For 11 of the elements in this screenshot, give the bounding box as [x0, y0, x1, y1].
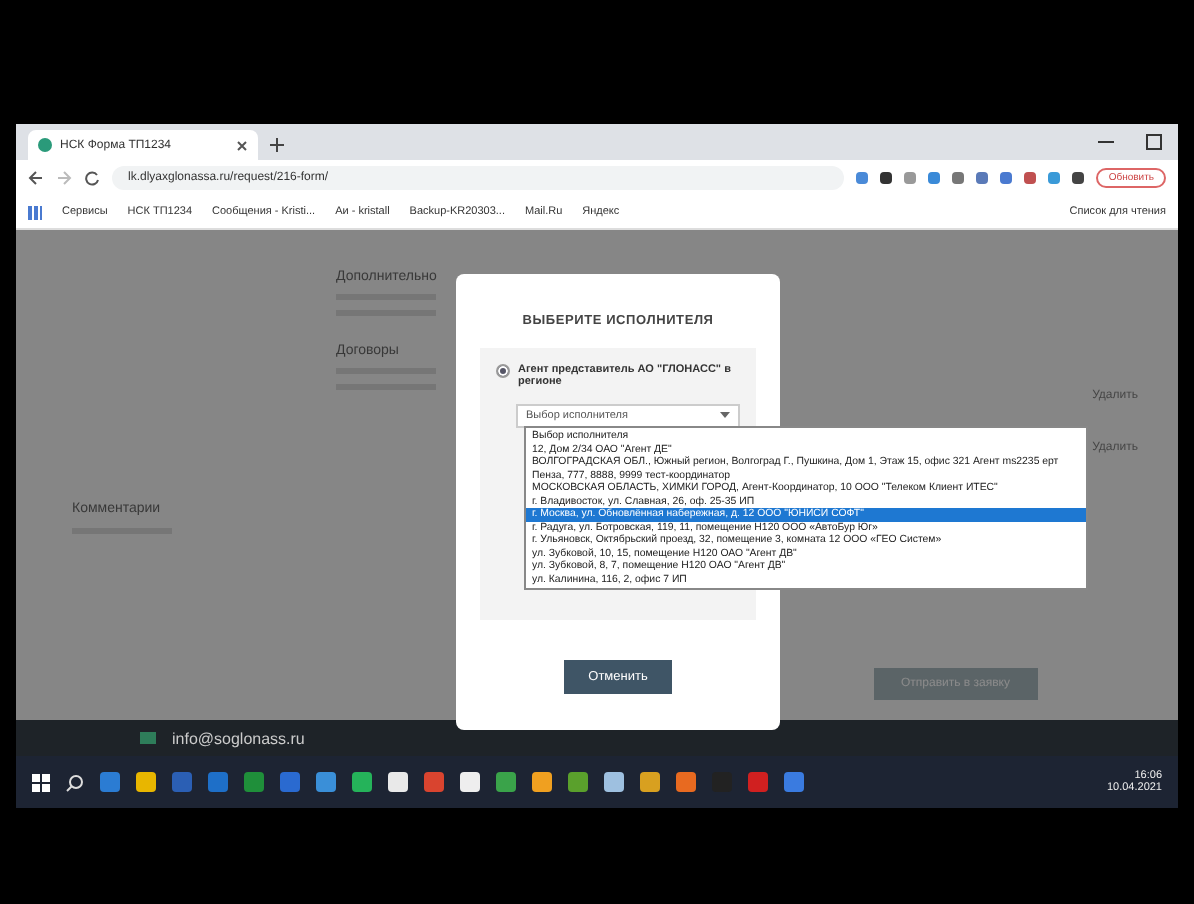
- search-icon[interactable]: [66, 773, 84, 791]
- footer-email[interactable]: info@soglonass.ru: [172, 729, 305, 747]
- windows-logo-icon[interactable]: [32, 773, 50, 791]
- close-icon[interactable]: [236, 139, 248, 151]
- back-icon[interactable]: [28, 170, 44, 186]
- new-tab-icon[interactable]: [270, 138, 284, 152]
- globe-icon: [38, 138, 52, 152]
- caret-icon: [720, 412, 730, 420]
- reload-icon[interactable]: [84, 170, 100, 186]
- maximize-icon[interactable]: [1146, 134, 1162, 150]
- radio-button[interactable]: [496, 364, 510, 378]
